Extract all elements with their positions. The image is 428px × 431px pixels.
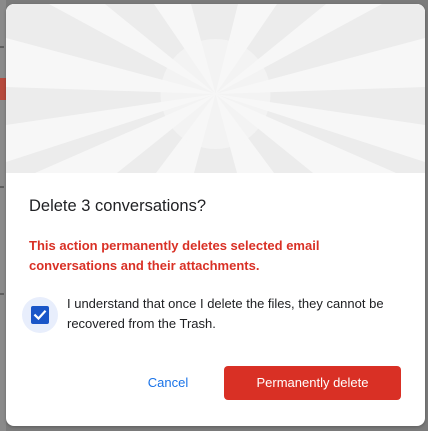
background-divider-mark: [0, 293, 4, 295]
confirmation-checkbox[interactable]: [31, 306, 49, 324]
background-divider-mark: [0, 46, 4, 48]
dialog-actions: Cancel Permanently delete: [6, 364, 425, 400]
permanently-delete-button[interactable]: Permanently delete: [224, 366, 401, 400]
check-icon: [33, 310, 47, 321]
background-divider-mark: [0, 186, 4, 188]
dialog-hero-illustration: [6, 4, 425, 173]
dialog-title: Delete 3 conversations?: [29, 197, 207, 215]
confirmation-label: I understand that once I delete the file…: [67, 296, 384, 331]
cancel-button[interactable]: Cancel: [132, 366, 204, 400]
confirmation-checkbox-hit-area[interactable]: [22, 297, 58, 333]
radial-burst-illustration: [6, 4, 425, 173]
delete-conversations-dialog: Delete 3 conversations? This action perm…: [6, 4, 425, 426]
deletion-confirmation[interactable]: I understand that once I delete the file…: [22, 294, 412, 340]
permanent-delete-warning: This action permanently deletes selected…: [29, 238, 320, 273]
